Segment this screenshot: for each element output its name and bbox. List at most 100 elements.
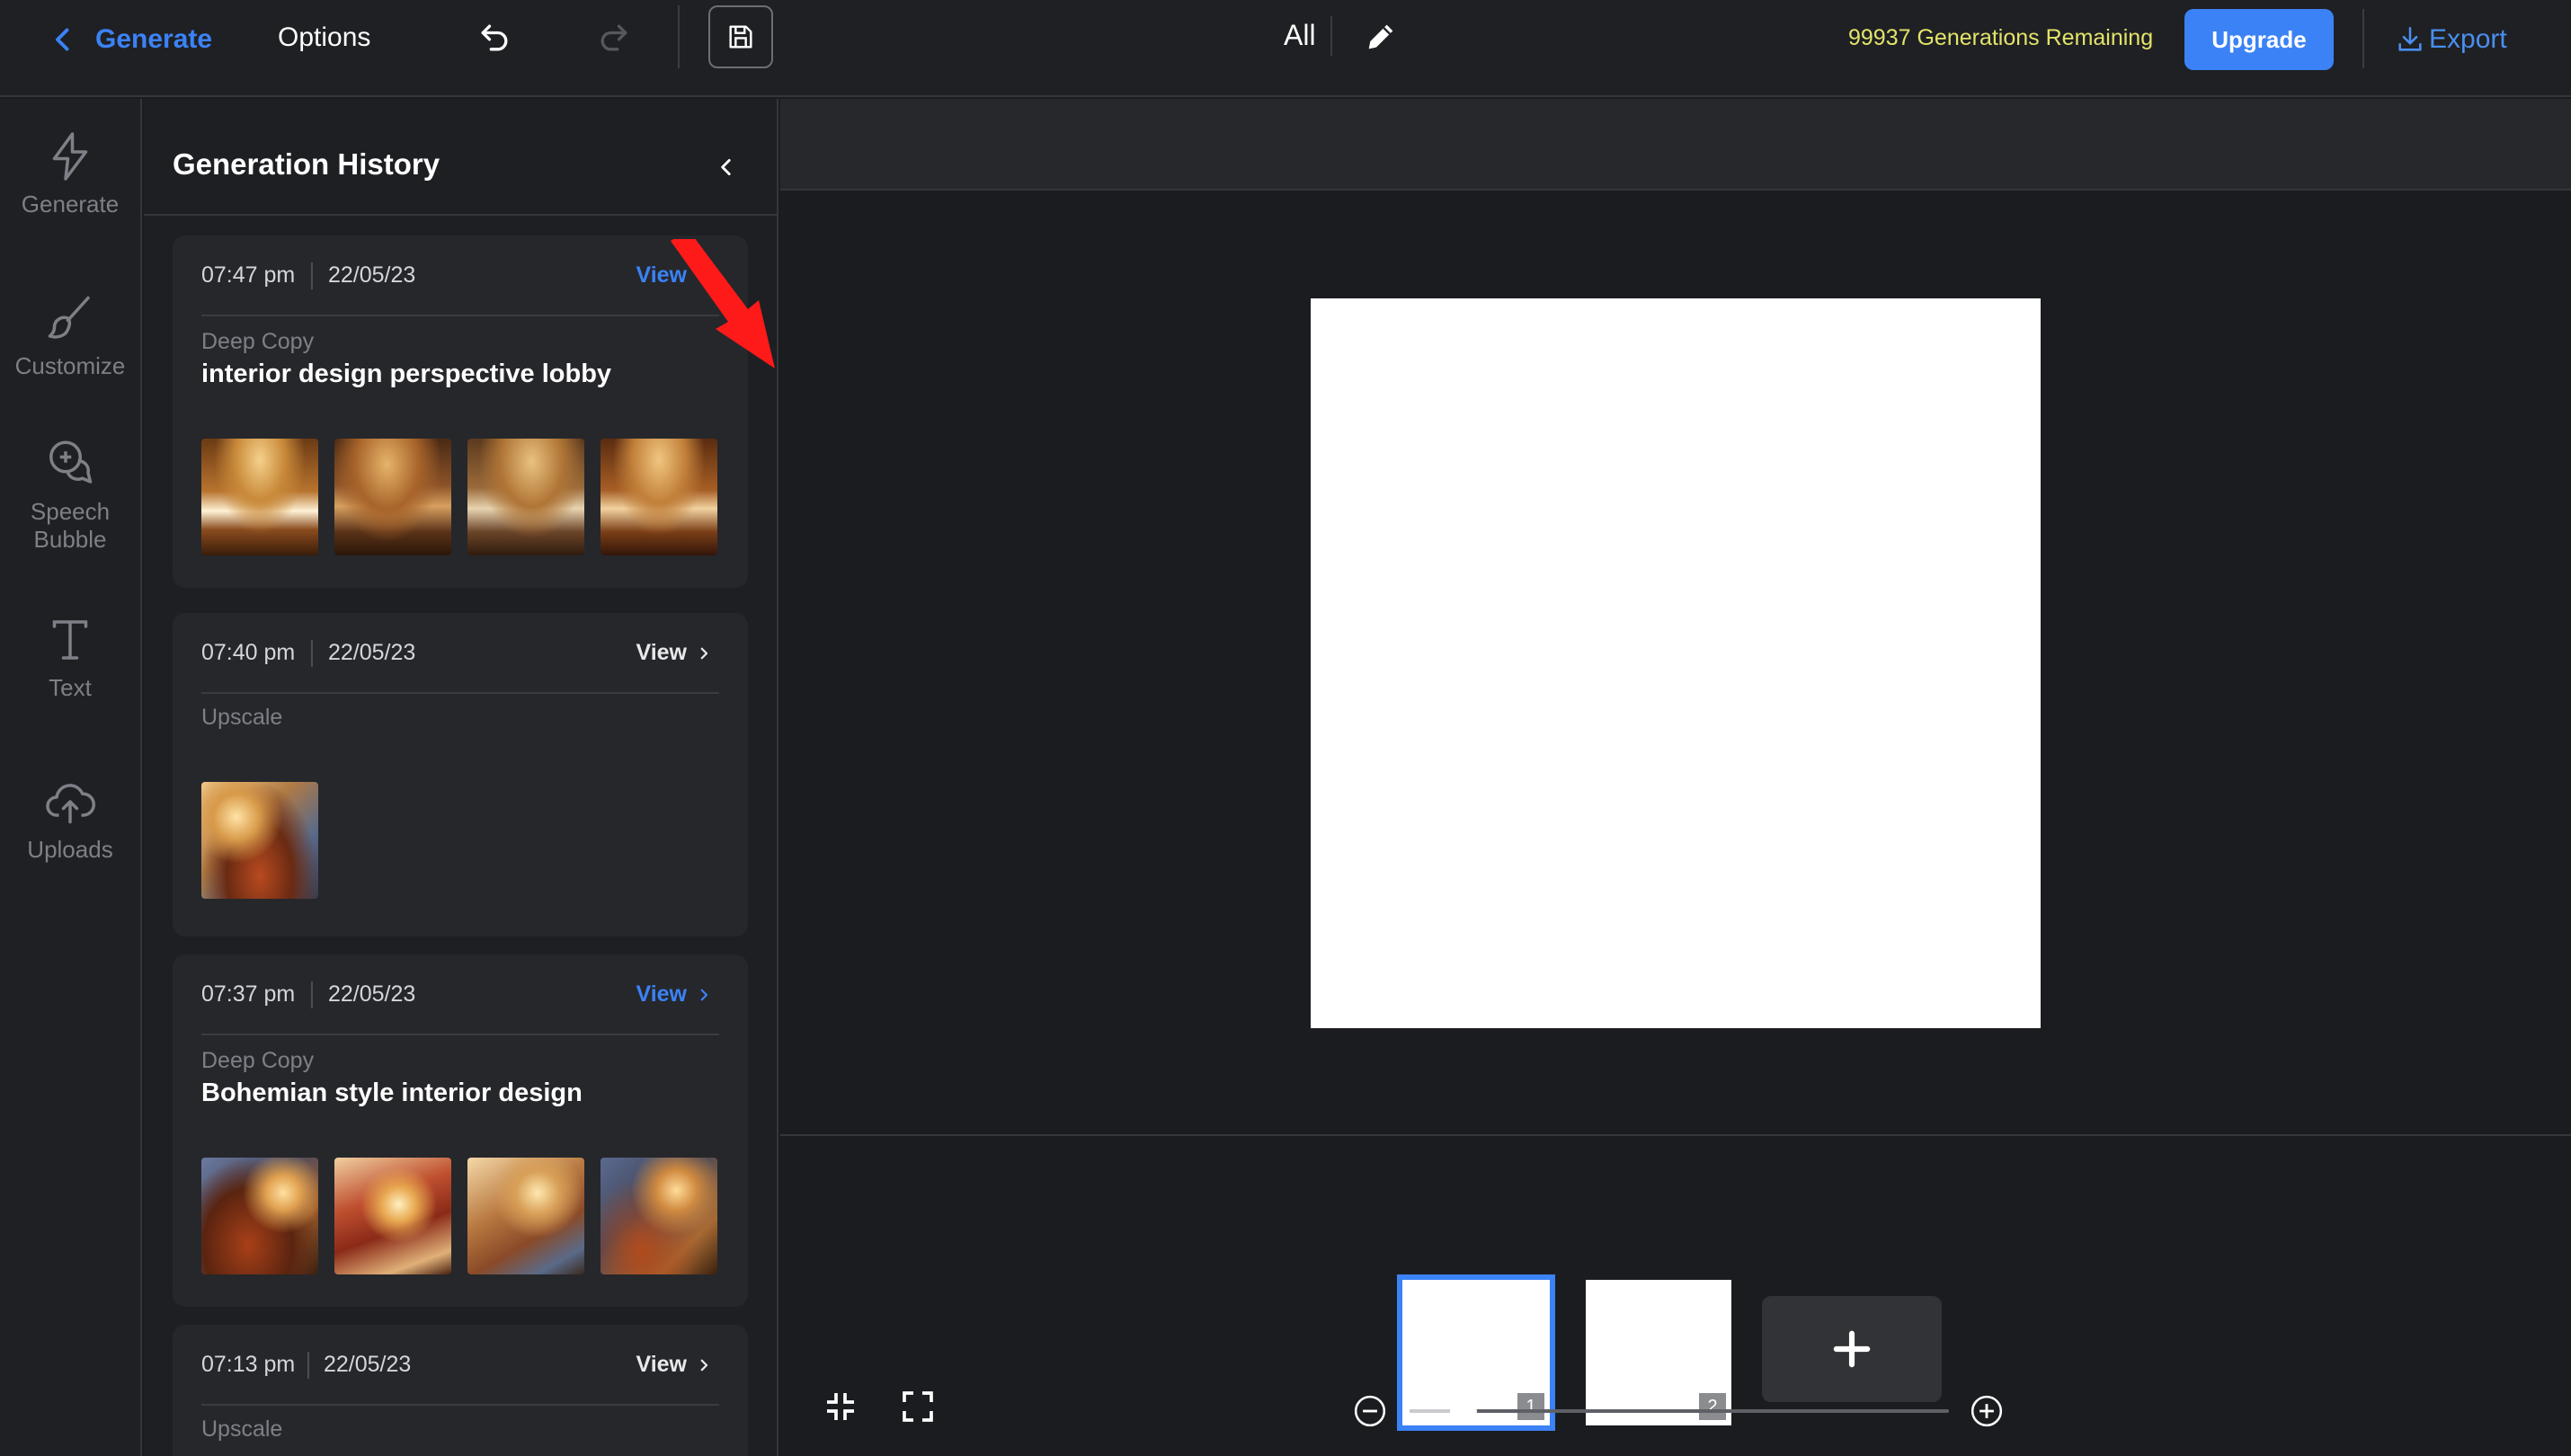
upgrade-button[interactable]: Upgrade [2184, 9, 2334, 70]
collapse-panel-button[interactable] [708, 149, 744, 185]
layer-filter-all[interactable]: All [1284, 19, 1316, 52]
card-divider [311, 981, 313, 1008]
card-time: 07:40 pm [201, 640, 296, 665]
rail-label: Generate [21, 191, 120, 218]
page-number: 1 [1517, 1393, 1544, 1420]
chevron-right-icon [700, 647, 708, 659]
thumbnail-row [201, 1158, 717, 1274]
rail-label: Text [49, 674, 92, 701]
card-divider [311, 262, 313, 289]
chevron-right-icon [700, 270, 708, 281]
fullscreen-button[interactable] [895, 1384, 940, 1429]
plus-icon [1833, 1330, 1871, 1368]
save-button[interactable] [708, 5, 773, 68]
chevron-left-icon [721, 159, 731, 175]
card-date: 22/05/23 [328, 262, 416, 288]
view-label: View [636, 1352, 687, 1377]
generations-remaining: 99937 Generations Remaining [1848, 25, 2154, 50]
top-bar: Generate Options All 99937 Generations R… [0, 0, 2571, 97]
generated-image-thumbnail[interactable] [600, 439, 717, 555]
undo-icon [481, 24, 508, 51]
brush-icon [48, 296, 90, 339]
card-header: 07:13 pm 22/05/23 View [201, 1352, 719, 1406]
canvas-page[interactable] [1311, 298, 2041, 1028]
edit-button[interactable] [1359, 15, 1402, 58]
chevron-right-icon [700, 989, 708, 1000]
card-header: 07:37 pm 22/05/23 View [201, 981, 719, 1035]
rail-item-speech-bubble[interactable]: Speech Bubble [0, 437, 140, 554]
toolbar-divider [1330, 16, 1332, 56]
zoom-out-icon [1354, 1395, 1386, 1427]
history-card: 07:13 pm 22/05/23 View Upscale [173, 1325, 748, 1456]
view-label: View [636, 262, 687, 288]
fit-to-screen-button[interactable] [818, 1384, 863, 1429]
zoom-in-button[interactable] [1969, 1393, 2005, 1429]
thumbnail-row [201, 439, 717, 555]
tool-rail: Generate Customize Speech Bubble Text Up… [0, 99, 142, 1456]
card-header: 07:47 pm 22/05/23 View [201, 262, 719, 316]
thumbnail-row [201, 782, 318, 899]
canvas-toolbar [780, 99, 2571, 191]
rail-label: Uploads [27, 836, 113, 863]
rail-item-customize[interactable]: Customize [0, 291, 140, 380]
zoom-in-icon [1971, 1395, 2003, 1427]
options-menu[interactable]: Options [278, 22, 370, 53]
history-card: 07:47 pm 22/05/23 View Deep Copy interio… [173, 235, 748, 588]
export-label: Export [2429, 24, 2507, 54]
fullscreen-icon [903, 1391, 933, 1422]
panel-header: Generation History [144, 99, 777, 216]
card-date: 22/05/23 [324, 1352, 412, 1377]
view-button[interactable]: View [636, 981, 712, 1008]
upscaled-image-thumbnail[interactable] [201, 782, 318, 899]
undo-button[interactable] [469, 13, 520, 63]
zoom-slider-track[interactable] [1410, 1409, 1949, 1413]
rail-item-text[interactable]: Text [0, 613, 140, 702]
zoom-slider-handle[interactable] [1450, 1398, 1477, 1425]
rail-item-generate[interactable]: Generate [0, 129, 140, 218]
chevron-right-icon [700, 1359, 708, 1371]
generated-image-thumbnail[interactable] [334, 1158, 451, 1274]
redo-button[interactable] [589, 13, 639, 63]
card-date: 22/05/23 [328, 981, 416, 1007]
card-divider [311, 640, 313, 667]
lightning-icon [52, 132, 88, 181]
card-type: Upscale [201, 705, 283, 730]
speech-bubble-icon [49, 440, 93, 484]
view-label: View [636, 640, 687, 665]
generated-image-thumbnail[interactable] [201, 1158, 318, 1274]
card-date: 22/05/23 [328, 640, 416, 665]
download-icon [2398, 26, 2422, 51]
toolbar-divider [2362, 9, 2364, 68]
card-type: Upscale [201, 1416, 283, 1442]
zoom-out-button[interactable] [1352, 1393, 1388, 1429]
card-time: 07:37 pm [201, 981, 296, 1007]
back-label: Generate [95, 24, 213, 54]
view-button[interactable]: View [636, 262, 712, 289]
canvas-area: 1 2 [780, 99, 2571, 1456]
history-card: 07:37 pm 22/05/23 View Deep Copy Bohemia… [173, 954, 748, 1307]
generated-image-thumbnail[interactable] [467, 439, 584, 555]
chevron-left-icon [56, 28, 69, 51]
view-button[interactable]: View [636, 1352, 712, 1378]
toolbar-divider [678, 5, 680, 68]
generated-image-thumbnail[interactable] [467, 1158, 584, 1274]
card-type: Deep Copy [201, 329, 315, 354]
history-card: 07:40 pm 22/05/23 View Upscale [173, 613, 748, 937]
view-button[interactable]: View [636, 640, 712, 666]
card-type: Deep Copy [201, 1048, 315, 1073]
page-thumbnail[interactable]: 2 [1586, 1280, 1731, 1425]
rail-label: Speech Bubble [30, 498, 111, 553]
export-button[interactable]: Export [2395, 22, 2507, 58]
generated-image-thumbnail[interactable] [600, 1158, 717, 1274]
back-to-generate-button[interactable]: Generate [47, 20, 212, 59]
card-prompt: interior design perspective lobby [201, 360, 612, 388]
add-page-button[interactable] [1762, 1296, 1942, 1402]
rail-item-uploads[interactable]: Uploads [0, 775, 140, 864]
generated-image-thumbnail[interactable] [201, 439, 318, 555]
view-label: View [636, 981, 687, 1007]
cloud-upload-icon [46, 784, 95, 824]
pencil-icon [1368, 24, 1393, 49]
generation-history-panel: Generation History 07:47 pm 22/05/23 Vie… [144, 99, 778, 1456]
generated-image-thumbnail[interactable] [334, 439, 451, 555]
redo-icon [600, 24, 627, 51]
